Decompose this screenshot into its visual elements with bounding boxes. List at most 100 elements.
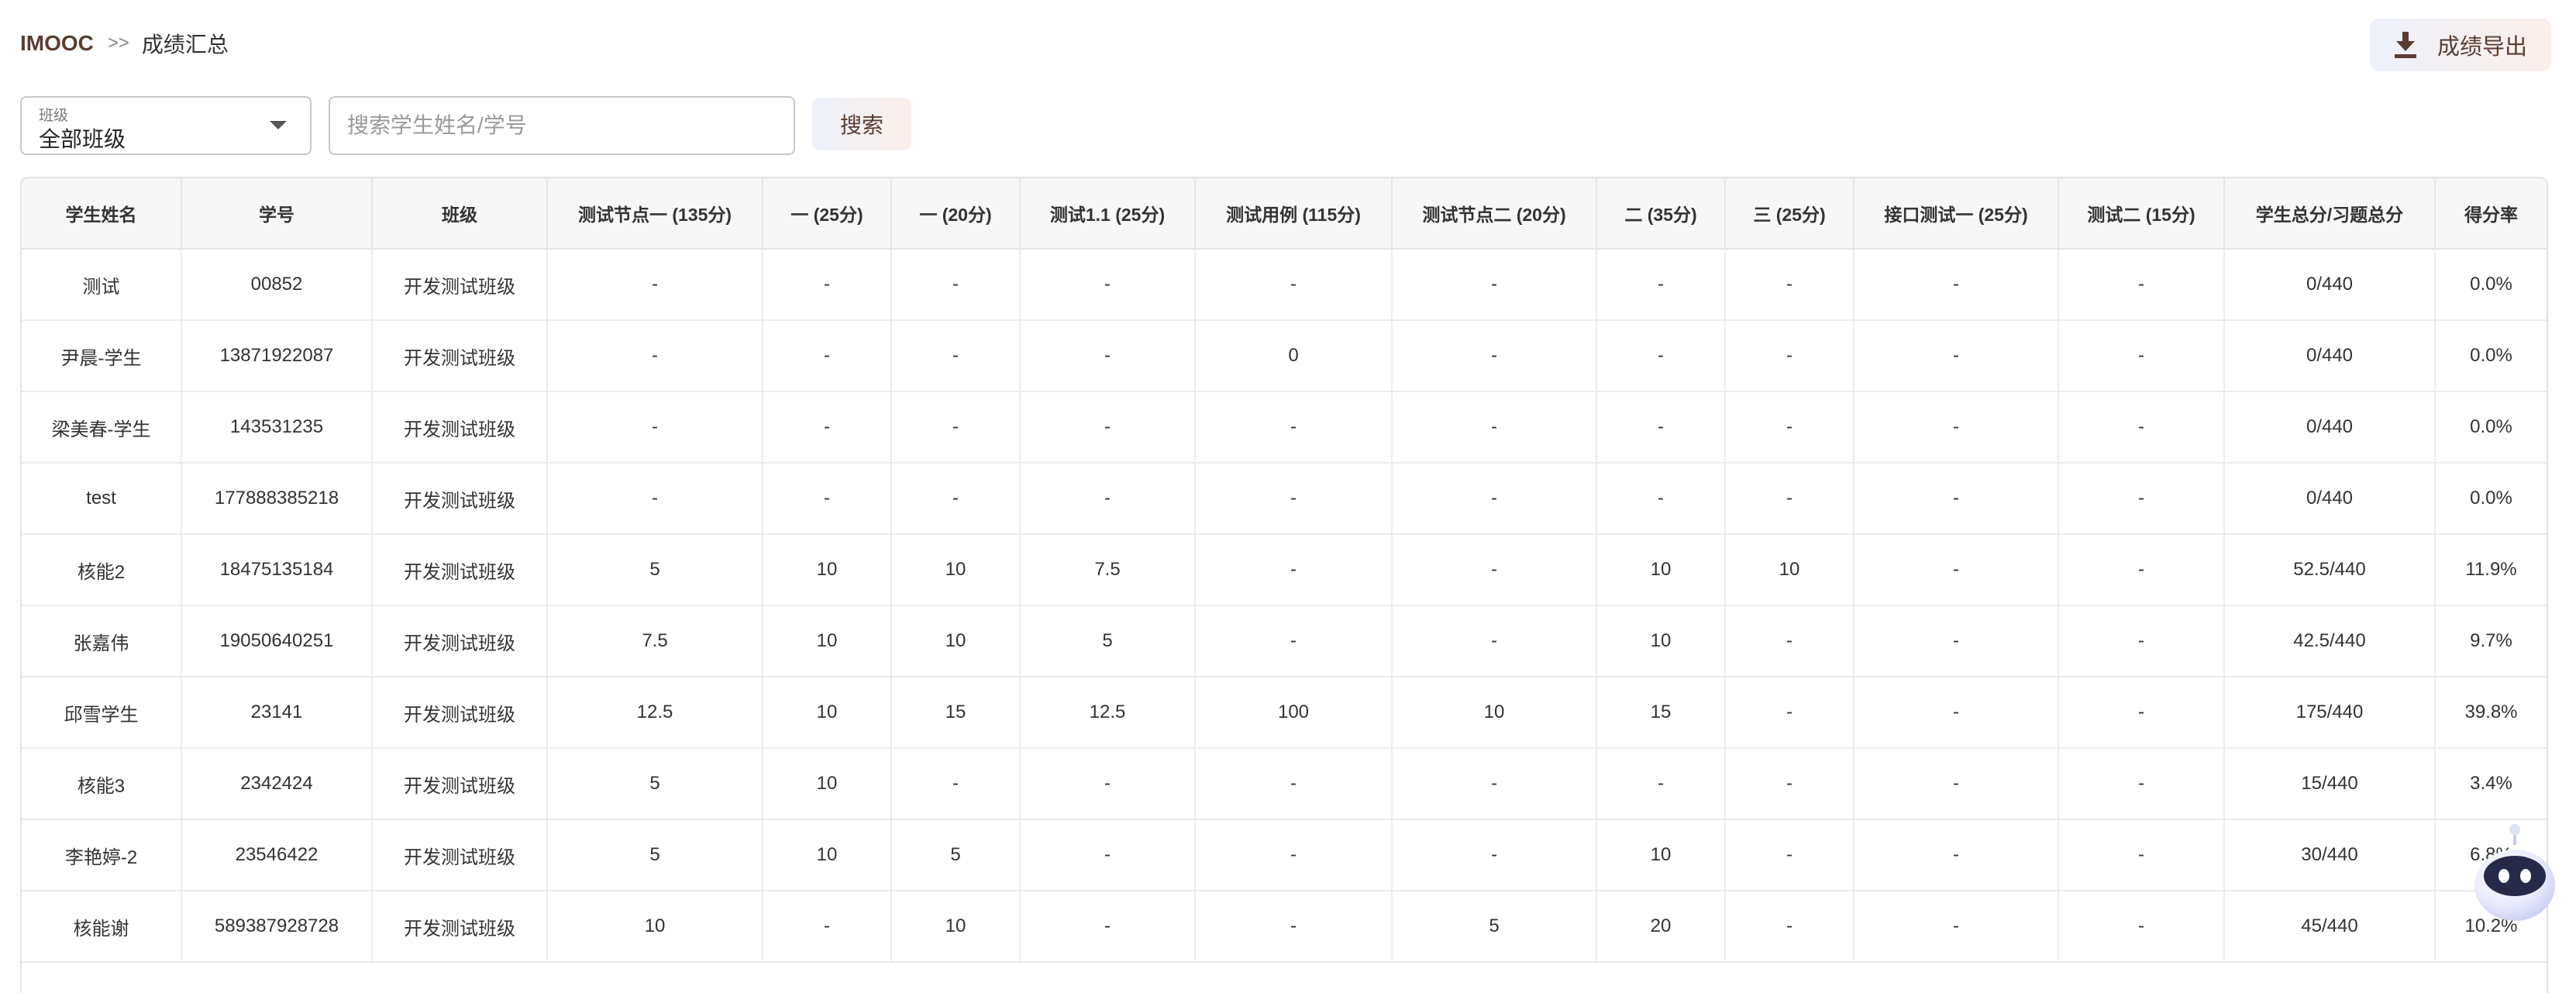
table-cell: -: [891, 748, 1021, 820]
table-cell: 开发测试班级: [372, 534, 548, 606]
table-cell: 100: [1195, 677, 1393, 749]
robot-assistant-icon[interactable]: [2469, 822, 2561, 922]
table-cell: 10: [763, 819, 892, 891]
table-cell: -: [1596, 320, 1726, 392]
table-cell: -: [2058, 748, 2225, 820]
table-cell: 00852: [181, 249, 373, 321]
table-cell: -: [1854, 891, 2059, 963]
scores-table-container[interactable]: 学生姓名 学号 班级 测试节点一 (135分) 一 (25分) 一 (20分) 测试1.1 …: [20, 177, 2548, 993]
table-cell: -: [1020, 748, 1196, 820]
table-cell: -: [1195, 249, 1393, 321]
table-cell: 5: [547, 534, 763, 606]
table-row[interactable]: test 177888385218 开发测试班级 - - - - - - - - - -0/440 0.0…: [22, 463, 2547, 535]
scores-table: 学生姓名 学号 班级 测试节点一 (135分) 一 (25分) 一 (20分) 测试1.1 …: [22, 178, 2547, 963]
table-cell: 0/440: [2224, 391, 2436, 464]
table-cell: -: [1392, 534, 1597, 606]
table-cell: 10: [763, 677, 892, 749]
column-header: 测试二 (15分): [2058, 178, 2225, 250]
table-cell: -: [1725, 320, 1855, 392]
table-cell: -: [891, 463, 1021, 535]
table-row[interactable]: 邱雪学生 23141 开发测试班级 12.5 10 15 12.5 100 10 15- - -175…: [22, 677, 2547, 749]
column-header: 得分率: [2435, 178, 2547, 250]
table-cell: -: [1392, 605, 1597, 678]
column-header: 一 (25分): [763, 178, 892, 250]
table-cell: 23546422: [181, 819, 373, 891]
table-cell: -: [547, 391, 763, 464]
breadcrumb-separator: >>: [107, 33, 129, 53]
table-body: 测试 00852 开发测试班级 - - - - - - - - - -0/440 0.0% 尹晨-学生 138…: [22, 249, 2547, 963]
column-header: 测试1.1 (25分): [1020, 178, 1196, 250]
table-row[interactable]: 核能谢 589387928728 开发测试班级 10-10- -5 20- - -45/440…: [22, 891, 2547, 963]
search-button[interactable]: 搜索: [812, 98, 911, 150]
table-cell: -: [1854, 819, 2059, 891]
table-row[interactable]: 张嘉伟 19050640251 开发测试班级 7.5 10 10 5- -10- - -42.5/…: [22, 605, 2547, 678]
column-header: 三 (25分): [1725, 178, 1855, 250]
export-scores-button[interactable]: 成绩导出: [2370, 19, 2551, 71]
table-cell: 175/440: [2224, 677, 2436, 749]
table-cell: 5: [547, 819, 763, 891]
table-cell: 邱雪学生: [22, 677, 182, 749]
table-cell: -: [1195, 463, 1393, 535]
table-cell: 0/440: [2224, 320, 2436, 392]
table-row[interactable]: 测试 00852 开发测试班级 - - - - - - - - - -0/440 0.0%: [22, 249, 2547, 321]
column-header: 测试用例 (115分): [1195, 178, 1393, 250]
table-row[interactable]: 核能2 18475135184 开发测试班级 5 10 10 7.5- -10 10- -52.5…: [22, 534, 2547, 606]
table-cell: -: [2058, 891, 2225, 963]
table-cell: 0: [1195, 320, 1393, 392]
search-input[interactable]: [329, 96, 795, 155]
class-select[interactable]: 班级 全部班级: [20, 96, 312, 155]
table-cell: -: [1020, 463, 1196, 535]
table-cell: test: [22, 463, 182, 535]
table-cell: 20: [1596, 891, 1726, 963]
table-cell: 开发测试班级: [372, 463, 548, 535]
table-cell: -: [1020, 320, 1196, 392]
column-header: 班级: [372, 178, 548, 250]
table-header-row: 学生姓名 学号 班级 测试节点一 (135分) 一 (25分) 一 (20分) 测试1.1 …: [22, 178, 2547, 250]
table-cell: 5: [891, 819, 1021, 891]
column-header: 一 (20分): [891, 178, 1021, 250]
table-cell: 10: [1596, 605, 1726, 678]
table-cell: -: [1725, 463, 1855, 535]
table-row[interactable]: 尹晨-学生 13871922087 开发测试班级 - - - -0- - - - -0/440 0.0…: [22, 320, 2547, 392]
table-cell: -: [1725, 891, 1855, 963]
table-cell: -: [2058, 249, 2225, 321]
table-cell: 2342424: [181, 748, 373, 820]
table-cell: 10: [1596, 534, 1726, 606]
table-cell: 18475135184: [181, 534, 373, 606]
table-cell: 42.5/440: [2224, 605, 2436, 678]
table-cell: 589387928728: [181, 891, 373, 963]
table-cell: -: [1195, 605, 1393, 678]
table-cell: 开发测试班级: [372, 249, 548, 321]
table-cell: -: [2058, 463, 2225, 535]
table-cell: -: [1392, 320, 1597, 392]
table-cell: -: [547, 463, 763, 535]
table-cell: 23141: [181, 677, 373, 749]
table-cell: 143531235: [181, 391, 373, 464]
breadcrumb: IMOOC >> 成绩汇总: [20, 28, 229, 59]
table-cell: -: [1854, 677, 2059, 749]
table-row[interactable]: 李艳婷-2 23546422 开发测试班级 5 10 5- - -10- - -30/440 6.8…: [22, 819, 2547, 891]
table-cell: -: [1596, 391, 1726, 464]
table-cell: 10: [1392, 677, 1597, 749]
table-cell: 10: [763, 748, 892, 820]
table-row[interactable]: 梁美春-学生 143531235 开发测试班级 - - - - - - - - - -0/440 0.0%: [22, 391, 2547, 464]
table-cell: -: [2058, 534, 2225, 606]
table-cell: -: [1195, 891, 1393, 963]
column-header: 测试节点二 (20分): [1392, 178, 1597, 250]
table-cell: 45/440: [2224, 891, 2436, 963]
table-cell: -: [1596, 748, 1726, 820]
table-cell: -: [1854, 391, 2059, 464]
table-cell: 开发测试班级: [372, 748, 548, 820]
table-cell: -: [891, 391, 1021, 464]
table-cell: 0.0%: [2435, 463, 2547, 535]
table-cell: -: [2058, 391, 2225, 464]
class-select-label: 班级: [39, 108, 69, 124]
table-row[interactable]: 核能3 2342424 开发测试班级 5 10- - - - - - - -15/440 3.4%: [22, 748, 2547, 820]
chevron-down-icon: [270, 121, 287, 129]
table-cell: -: [1392, 249, 1597, 321]
table-cell: 5: [1392, 891, 1597, 963]
table-cell: 5: [1020, 605, 1196, 678]
breadcrumb-brand[interactable]: IMOOC: [20, 31, 94, 56]
table-cell: -: [2058, 605, 2225, 678]
table-cell: -: [1392, 748, 1597, 820]
